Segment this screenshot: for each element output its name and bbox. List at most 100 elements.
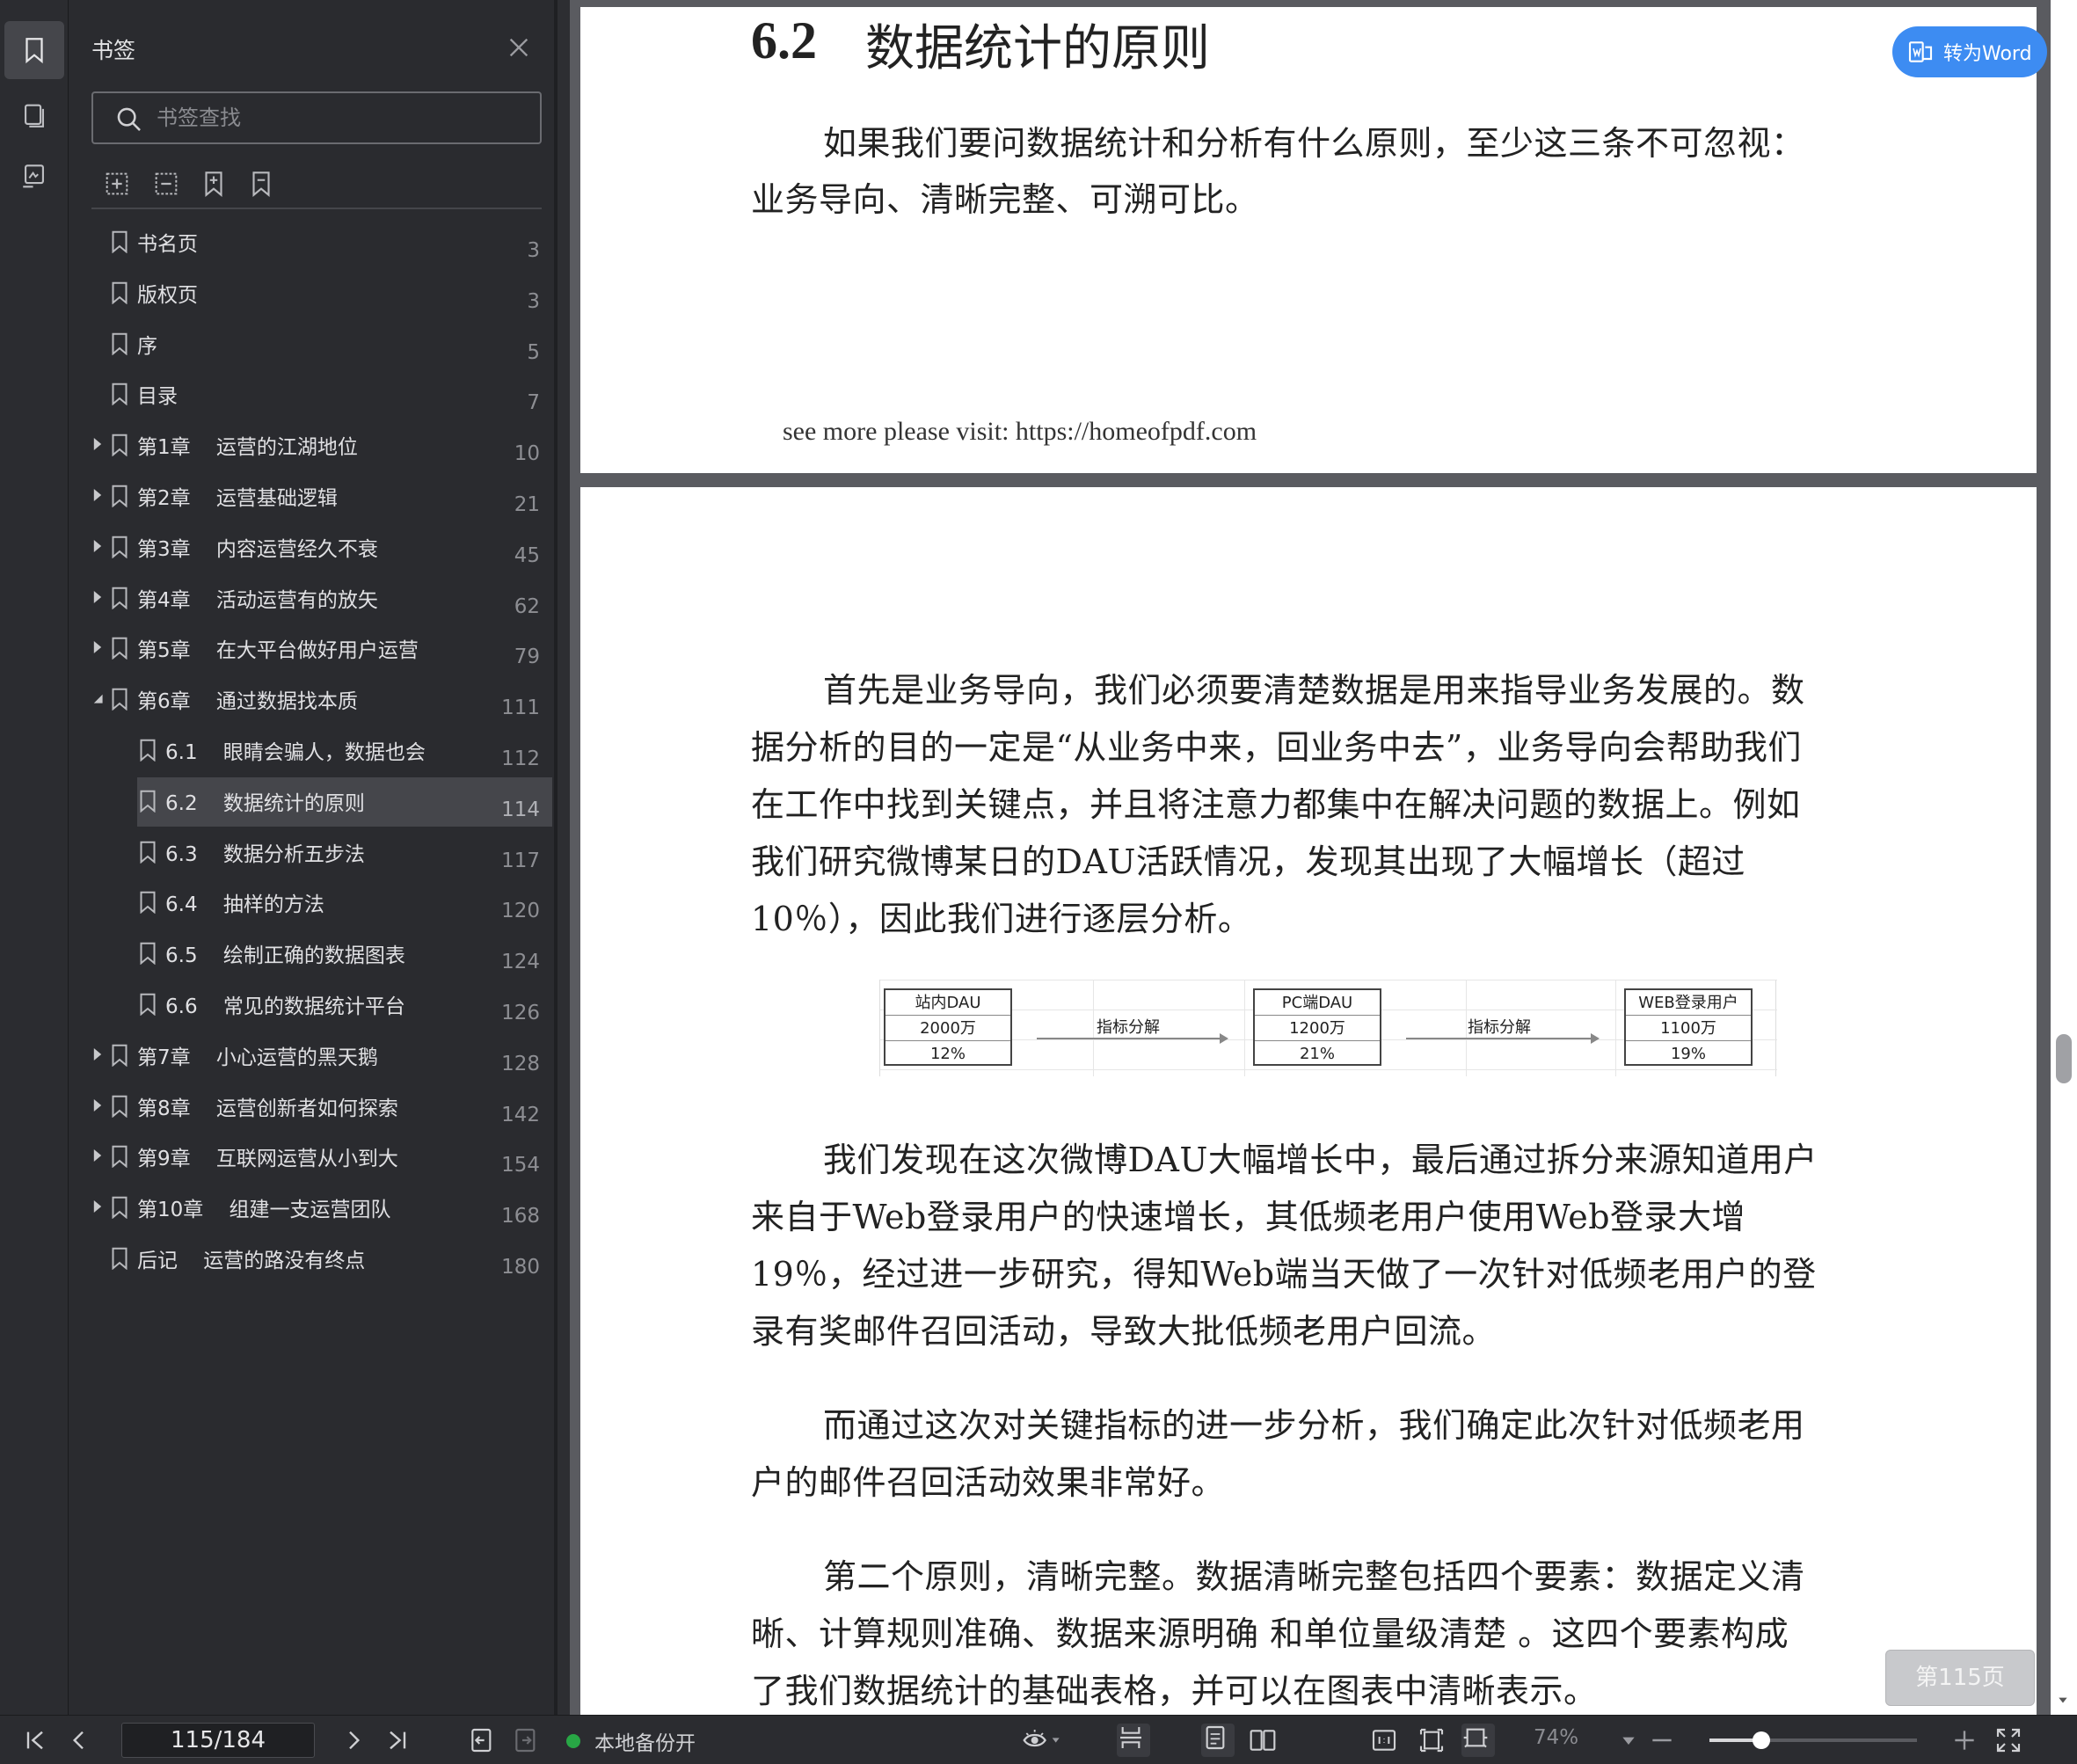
collapsed-triangle-icon[interactable] (91, 1046, 104, 1062)
bookmark-subitem[interactable]: 6.1 眼睛会骗人，数据也会 112 (69, 726, 552, 776)
go-back-icon (471, 1728, 492, 1753)
bookmark-item[interactable]: 第8章 运营创新者如何探索 142 (69, 1082, 552, 1132)
actual-size-button[interactable] (1370, 1726, 1398, 1754)
bookmark-icon (112, 536, 128, 558)
collapsed-triangle-icon[interactable] (91, 589, 104, 605)
document-scrollbar-thumb[interactable] (2056, 1034, 2072, 1083)
remove-bookmark-button[interactable] (246, 169, 280, 202)
bookmark-page-number: 21 (514, 493, 540, 516)
zoom-in-button[interactable] (1950, 1726, 1979, 1754)
collapsed-triangle-icon[interactable] (91, 639, 104, 655)
bookmark-item[interactable]: 第6章 通过数据找本质 111 (69, 675, 552, 725)
zoom-out-button[interactable] (1648, 1726, 1676, 1754)
go-forward-button[interactable] (512, 1726, 540, 1754)
bookmark-label: 版权页 (137, 283, 198, 307)
continuous-scroll-button[interactable] (1117, 1724, 1150, 1757)
bookmark-icon (112, 688, 128, 711)
bookmark-item[interactable]: 版权页 3 (69, 269, 552, 318)
eye-care-button[interactable] (1020, 1726, 1066, 1754)
para4-line-2: 晰、计算规则准确、数据来源明确 和单位量级清楚 。这四个要素构成 (751, 1615, 1789, 1653)
go-back-button[interactable] (468, 1726, 496, 1754)
document-left-edge (558, 0, 570, 1715)
bookmark-item[interactable]: 第3章 内容运营经久不衰 45 (69, 523, 552, 572)
zoom-dropdown-icon[interactable] (1620, 1731, 1637, 1749)
fit-width-button[interactable] (1461, 1724, 1495, 1757)
bookmark-icon (112, 1196, 128, 1220)
bookmark-icon (112, 332, 128, 355)
bookmark-item[interactable]: 第1章 运营的江湖地位 10 (69, 421, 552, 470)
thumbnail-tab-button[interactable] (4, 86, 64, 144)
next-page-button[interactable] (339, 1726, 368, 1754)
add-bookmark-button[interactable] (199, 169, 232, 202)
bookmark-subitem[interactable]: 6.6 常见的数据统计平台 126 (69, 980, 552, 1030)
bookmark-item[interactable]: 书名页 3 (69, 218, 552, 267)
bookmark-subitem[interactable]: 6.5 绘制正确的数据图表 124 (69, 929, 552, 979)
fit-page-button[interactable] (1417, 1726, 1446, 1754)
bookmark-item[interactable]: 第4章 活动运营有的放矢 62 (69, 574, 552, 623)
annotation-tab-button[interactable] (4, 148, 64, 206)
bookmark-subitem[interactable]: 6.3 数据分析五步法 117 (69, 828, 552, 878)
bookmark-search-box[interactable] (91, 91, 542, 144)
bookmark-icon (112, 587, 128, 609)
bookmark-label: 序 (137, 334, 157, 358)
figure-box-label: PC端DAU (1255, 990, 1380, 1016)
zoom-slider-handle[interactable] (1753, 1731, 1770, 1749)
bookmark-item[interactable]: 第10章 组建一支运营团队 168 (69, 1184, 552, 1233)
bookmark-item[interactable]: 第5章 在大平台做好用户运营 79 (69, 624, 552, 674)
bookmark-icon (112, 1044, 128, 1067)
para2-line-1: 我们发现在这次微博DAU大幅增长中，最后通过拆分来源知道用户 (823, 1141, 1818, 1179)
figure-arrow (1037, 1033, 1228, 1044)
first-page-button[interactable] (21, 1726, 49, 1754)
bookmark-page-number: 117 (501, 849, 540, 872)
actual-size-icon (1372, 1730, 1396, 1751)
figure-box-percent: 12% (929, 1045, 966, 1063)
collapsed-triangle-icon[interactable] (91, 487, 104, 503)
bookmark-item[interactable]: 目录 7 (69, 370, 552, 419)
para2-line-4: 录有奖邮件召回活动，导致大批低频老用户回流。 (751, 1312, 1497, 1351)
section-number: 6.2 (751, 11, 817, 69)
convert-to-word-button[interactable]: 转为Word (1892, 26, 2047, 77)
search-icon (117, 107, 141, 131)
bookmark-icon (26, 38, 43, 64)
bookmark-subitem[interactable]: 6.2 数据统计的原则 114 (69, 776, 552, 827)
bookmark-subitem[interactable]: 6.4 抽样的方法 120 (69, 878, 552, 928)
page-number-input[interactable] (121, 1723, 315, 1758)
document-page-114: 6.2 数据统计的原则 如果我们要问数据统计和分析有什么原则，至少这三条不可忽视… (580, 7, 2037, 473)
bookmark-page-number: 120 (501, 900, 540, 923)
bookmark-page-number: 142 (501, 1103, 540, 1126)
bookmark-item[interactable]: 第7章 小心运营的黑天鹅 128 (69, 1031, 552, 1081)
collapsed-triangle-icon[interactable] (91, 1148, 104, 1163)
page1-line-2: 业务导向、清晰完整、可溯可比。 (751, 180, 1259, 219)
fullscreen-button[interactable] (1994, 1726, 2022, 1754)
bookmark-page-number: 111 (501, 696, 540, 720)
expand-all-button[interactable] (102, 169, 135, 202)
zoom-level[interactable]: 74% (1534, 1726, 1578, 1749)
collapsed-triangle-icon[interactable] (91, 1199, 104, 1214)
document-view[interactable]: 6.2 数据统计的原则 如果我们要问数据统计和分析有什么原则，至少这三条不可忽视… (558, 0, 2077, 1715)
two-page-button[interactable] (1249, 1726, 1277, 1754)
expanded-triangle-icon[interactable] (91, 690, 104, 706)
collapsed-triangle-icon[interactable] (91, 436, 104, 452)
bookmark-search-input[interactable] (157, 102, 526, 134)
collapsed-triangle-icon[interactable] (91, 538, 104, 554)
previous-page-button[interactable] (65, 1726, 93, 1754)
collapsed-triangle-icon[interactable] (91, 1097, 104, 1113)
close-icon[interactable] (505, 33, 533, 62)
bookmark-tab-button[interactable] (4, 21, 64, 79)
backup-status-label[interactable]: 本地备份开 (594, 1726, 696, 1756)
bookmark-item[interactable]: 后记 运营的路没有终点 180 (69, 1235, 552, 1284)
bookmark-label: 第7章 小心运营的黑天鹅 (137, 1046, 378, 1069)
single-page-button[interactable] (1201, 1724, 1235, 1757)
bookmark-icon (112, 230, 128, 253)
bookmark-label: 6.6 常见的数据统计平台 (165, 995, 405, 1018)
scroll-down-icon[interactable] (2057, 1694, 2069, 1706)
last-page-button[interactable] (383, 1726, 412, 1754)
bookmark-item[interactable]: 第9章 互联网运营从小到大 154 (69, 1133, 552, 1182)
bookmark-item[interactable]: 序5 (69, 320, 552, 369)
collapse-all-button[interactable] (151, 169, 185, 202)
figure-arrow-label: 指标分解 (1468, 1018, 1531, 1037)
bookmark-item[interactable]: 第2章 运营基础逻辑 21 (69, 472, 552, 521)
document-scrollbar[interactable] (2051, 0, 2077, 1715)
bookmark-label: 第3章 内容运营经久不衰 (137, 537, 378, 561)
zoom-slider[interactable] (1709, 1731, 1917, 1749)
